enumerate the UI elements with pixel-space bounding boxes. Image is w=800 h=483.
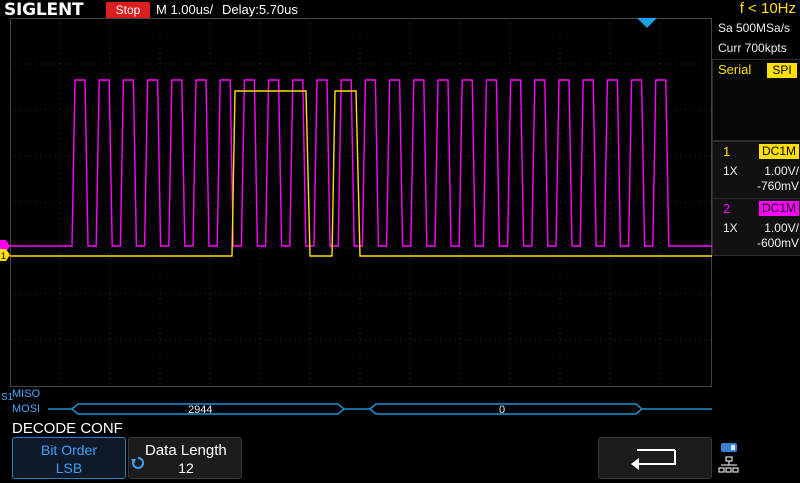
mosi-value-2: 0: [499, 404, 506, 416]
return-button[interactable]: [598, 437, 712, 479]
timebase-readout: M 1.00us/: [156, 2, 214, 17]
channel-1-scale: 1.00V/: [764, 164, 799, 178]
brand-logo: SIGLENT: [4, 0, 84, 20]
miso-label: MISO: [12, 388, 41, 400]
channel-1-coupling: DC1M: [759, 144, 799, 159]
status-bar: SIGLENT Stop M 1.00us/ Delay:5.70us f < …: [0, 0, 800, 20]
channel-2-probe: 1X: [723, 221, 738, 235]
frequency-counter: f < 10Hz: [739, 0, 796, 17]
sample-rate: Sa 500MSa/s: [718, 21, 791, 35]
data-length-value: 12: [178, 460, 194, 476]
channel-2-offset: -600mV: [756, 236, 799, 250]
trigger-protocol-badge: SPI: [767, 63, 797, 78]
channel-1-number: 1: [723, 144, 731, 159]
bit-order-value: LSB: [55, 460, 83, 476]
channel-2-number: 2: [723, 201, 731, 216]
run-stop-indicator[interactable]: Stop: [106, 2, 150, 18]
bit-order-label: Bit Order: [40, 442, 97, 458]
ch1-marker-label: 1: [1, 251, 6, 261]
trigger-position-marker[interactable]: [637, 18, 657, 30]
trigger-info-panel[interactable]: Serial SPI: [712, 59, 800, 141]
menu-title: DECODE CONF: [12, 420, 123, 437]
trigger-type-label: Serial: [718, 62, 752, 77]
delay-readout: Delay:5.70us: [222, 2, 298, 17]
memory-depth: Curr 700kpts: [718, 41, 787, 55]
network-icon: [718, 456, 739, 473]
channel-markers: 1: [0, 240, 10, 261]
mosi-label: MOSI: [12, 403, 41, 415]
status-icons: [718, 443, 739, 473]
data-length-label: Data Length: [145, 442, 227, 459]
channel-1-probe: 1X: [723, 164, 738, 178]
data-length-softkey[interactable]: Data Length 12: [128, 437, 242, 479]
channel-1-offset: -760mV: [756, 179, 799, 193]
waveform-grid[interactable]: [10, 18, 712, 418]
mosi-decode-bus: [48, 403, 712, 415]
channel-2-panel[interactable]: 2 DC1M 1X 1.00V/ -600mV: [712, 198, 800, 256]
bit-order-softkey[interactable]: Bit Order LSB: [12, 437, 126, 479]
channel-1-panel[interactable]: 1 DC1M 1X 1.00V/ -760mV: [712, 141, 800, 199]
channel-2-coupling: DC1M: [759, 201, 799, 216]
return-arrow-icon: [631, 449, 676, 470]
channel-2-scale: 1.00V/: [764, 221, 799, 235]
mosi-value-1: 2944: [188, 404, 213, 416]
